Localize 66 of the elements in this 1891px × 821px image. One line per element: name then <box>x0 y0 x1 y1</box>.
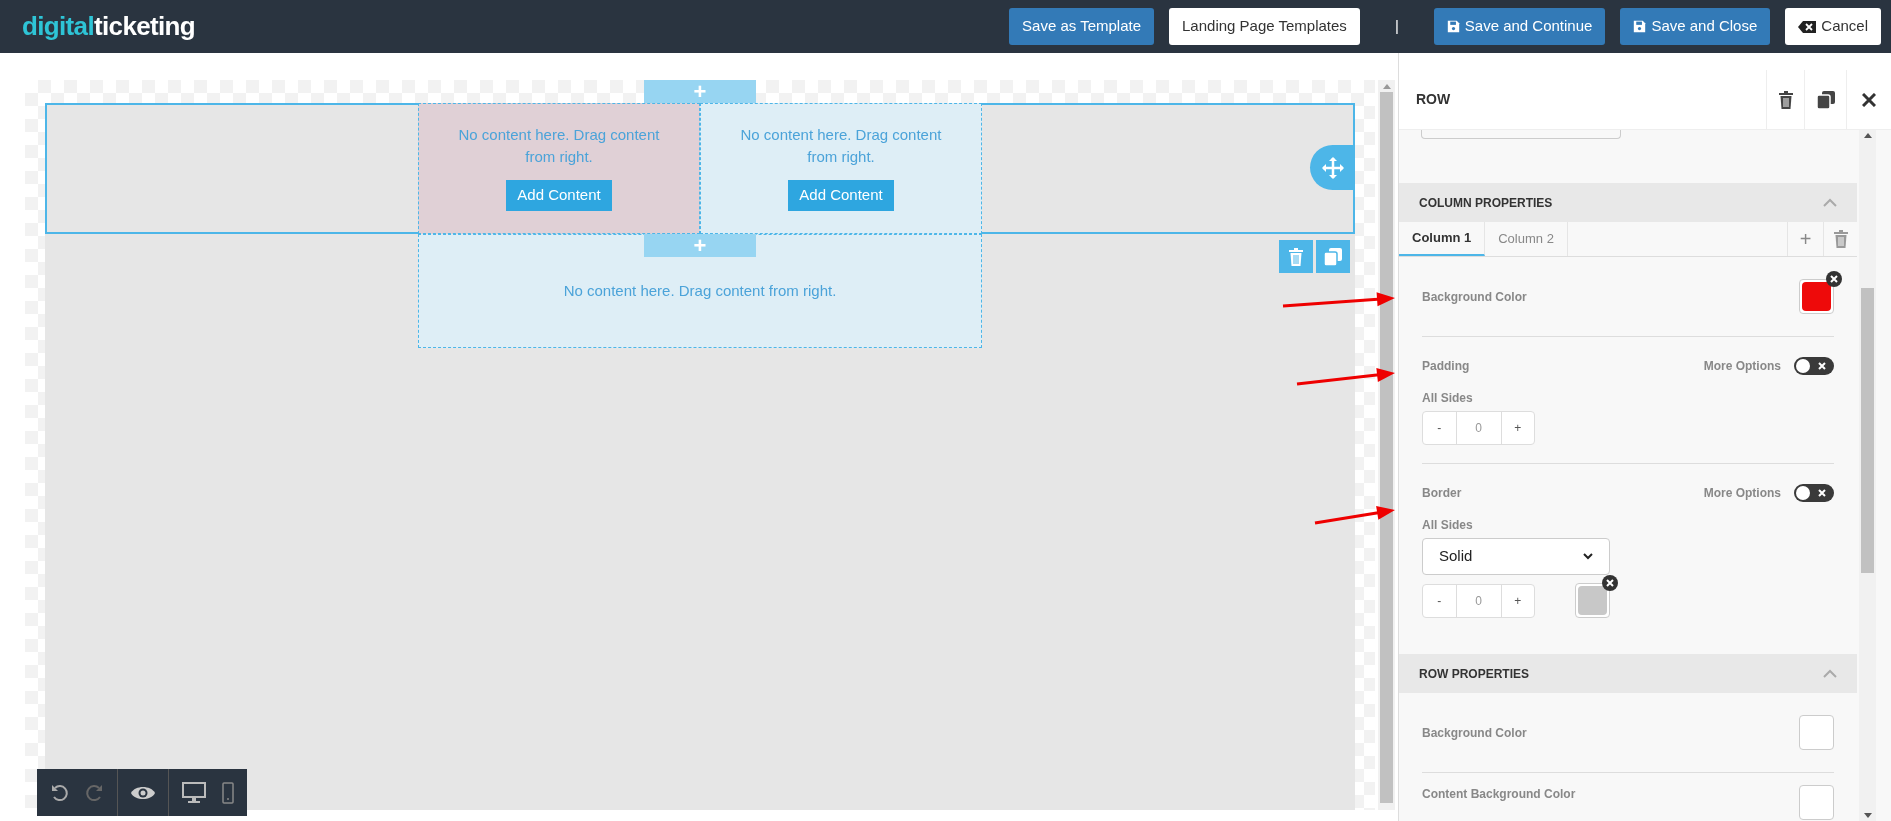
copy-icon <box>1816 90 1835 109</box>
color-swatch[interactable] <box>1575 583 1610 618</box>
move-icon <box>1321 156 1344 179</box>
save-icon <box>1446 20 1460 33</box>
preview-eye-icon[interactable] <box>131 784 155 801</box>
trash-icon <box>1288 247 1304 266</box>
undo-icon[interactable] <box>50 782 70 803</box>
option-label: More Options <box>1703 358 1781 375</box>
column-drop-zone[interactable]: No content here. Drag content from right. Add Content <box>418 103 700 234</box>
field-label: Background Color <box>1422 724 1527 742</box>
close-icon <box>1862 92 1876 107</box>
toolbar-button[interactable]: Save and Continue <box>1433 8 1606 45</box>
add-column-button[interactable]: + <box>1787 222 1823 256</box>
section-title: COLUMN PROPERTIES <box>1419 194 1553 212</box>
chevron-down-icon <box>1583 553 1593 560</box>
desktop-icon[interactable] <box>182 781 206 804</box>
mobile-icon[interactable] <box>222 781 234 804</box>
field-label: Border <box>1422 485 1462 502</box>
scrollbar[interactable] <box>1378 80 1395 810</box>
add-content-button[interactable]: Add Content <box>506 180 612 211</box>
move-handle[interactable] <box>1310 145 1355 190</box>
field-label: All Sides <box>1422 517 1473 534</box>
increase-button[interactable]: + <box>1500 412 1534 444</box>
empty-column-message: No content here. Drag content from right. <box>457 125 661 167</box>
field-label: All Sides <box>1422 390 1473 407</box>
increase-button[interactable]: + <box>1500 584 1534 617</box>
number-stepper[interactable]: - 0 + <box>1422 411 1535 445</box>
field-label: Background Color <box>1422 288 1527 306</box>
toolbar-button[interactable]: Save as Template <box>1009 8 1154 45</box>
logo: digitalticketing <box>22 10 196 43</box>
column-drop-zone[interactable]: No content here. Drag content from right. Add Content <box>700 103 982 234</box>
add-content-button[interactable]: Add Content <box>788 180 894 211</box>
trash-icon <box>1832 230 1849 248</box>
save-icon <box>1633 20 1647 33</box>
column-tab[interactable]: Column 2 <box>1485 222 1568 256</box>
toolbar-button[interactable]: Cancel <box>1785 8 1881 45</box>
decrease-button[interactable]: - <box>1423 412 1457 444</box>
trash-icon <box>1777 90 1794 109</box>
section-title: ROW PROPERTIES <box>1419 665 1529 683</box>
toggle-switch[interactable] <box>1794 484 1834 502</box>
color-swatch[interactable] <box>1799 279 1834 314</box>
column-tab[interactable]: Column 1 <box>1399 222 1486 256</box>
clear-icon[interactable] <box>1602 575 1618 591</box>
empty-row-message: No content here. Drag content from right. <box>563 280 837 301</box>
panel-title: ROW <box>1415 90 1452 109</box>
off-x-icon <box>1818 489 1826 497</box>
field-label: Content Background Color <box>1422 786 1576 803</box>
toolbar-button[interactable]: Landing Page Templates <box>1169 8 1360 45</box>
option-label: More Options <box>1703 485 1781 502</box>
decrease-button[interactable]: - <box>1423 584 1457 617</box>
backspace-icon <box>1798 20 1817 33</box>
toggle-switch[interactable] <box>1794 357 1834 375</box>
color-swatch[interactable] <box>1799 785 1834 820</box>
border-style-select[interactable]: Solid <box>1422 538 1610 575</box>
copy-icon <box>1324 247 1342 266</box>
clear-icon[interactable] <box>1826 271 1842 287</box>
off-x-icon <box>1818 362 1826 370</box>
separator: | <box>1393 16 1400 37</box>
scroll-up-icon[interactable] <box>1863 133 1872 138</box>
color-swatch[interactable] <box>1799 715 1834 750</box>
scrollbar[interactable] <box>1859 130 1876 821</box>
toolbar-button[interactable]: Save and Close <box>1620 8 1771 45</box>
empty-column-message: No content here. Drag content from right. <box>739 125 943 167</box>
field-label: Padding <box>1422 358 1470 375</box>
scroll-down-icon[interactable] <box>1863 813 1872 818</box>
number-stepper[interactable]: - 0 + <box>1422 583 1535 618</box>
